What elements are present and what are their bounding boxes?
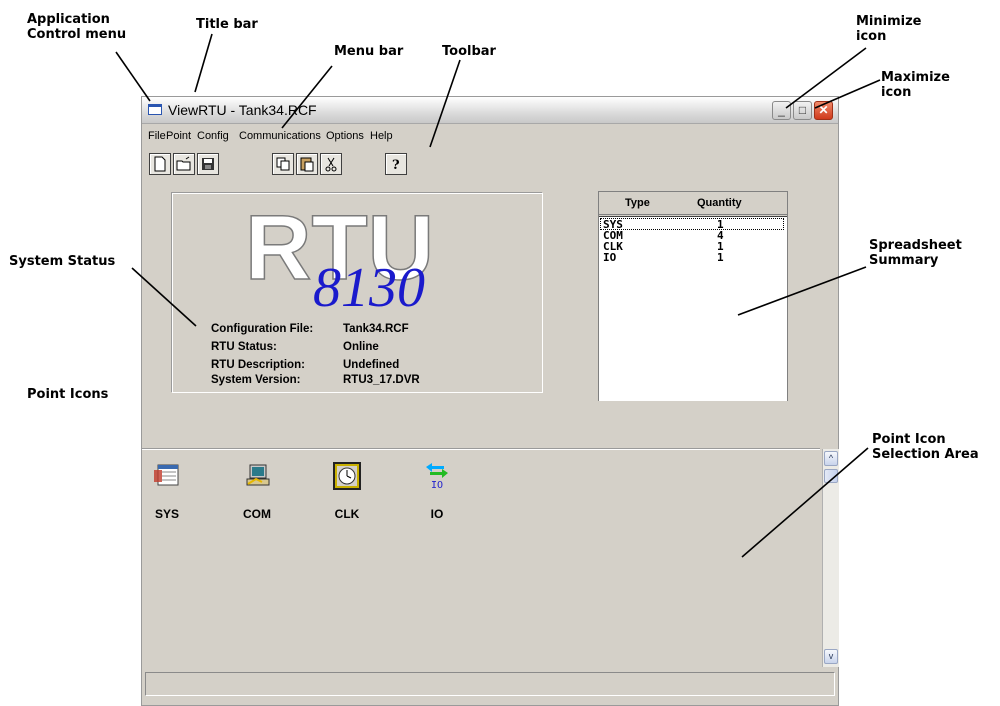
application-window: ViewRTU - Tank34.RCF _ □ ✕ File Point Co… [141, 96, 839, 706]
menu-config[interactable]: Config [197, 130, 229, 142]
title-bar[interactable]: ViewRTU - Tank34.RCF _ □ ✕ [142, 97, 838, 124]
window-title: ViewRTU - Tank34.RCF [168, 102, 317, 118]
point-icon-com[interactable]: COM [232, 462, 282, 521]
annotation-menu-bar: Menu bar [334, 44, 404, 59]
scroll-thumb[interactable] [824, 469, 838, 483]
app-control-menu-icon[interactable] [148, 104, 162, 115]
minimize-button[interactable]: _ [772, 101, 791, 120]
menu-communications[interactable]: Communications [239, 130, 321, 142]
status-label-rtu-description: RTU Description: [211, 359, 305, 371]
menu-file[interactable]: File [148, 130, 166, 142]
point-icon-io[interactable]: IO IO [412, 462, 462, 521]
paste-icon[interactable] [296, 153, 318, 175]
annotation-line: icon [856, 29, 887, 44]
io-arrows-icon: IO [426, 463, 448, 491]
annotation-line: Minimize [856, 14, 922, 29]
point-icon-label: SYS [154, 507, 179, 521]
vertical-scrollbar[interactable]: ^ v [822, 449, 839, 667]
status-value-rtu-description: Undefined [343, 359, 400, 371]
annotation-line: Control menu [27, 27, 127, 42]
status-bar [145, 672, 835, 696]
spreadsheet-summary[interactable]: Type Quantity SYS 1 COM 4 CLK 1 IO 1 [598, 191, 788, 401]
menu-point[interactable]: Point [166, 130, 191, 142]
status-value-system-version: RTU3_17.DVR [343, 374, 420, 386]
status-label-rtu-status: RTU Status: [211, 341, 277, 353]
summary-row-qty[interactable]: 1 [717, 252, 724, 264]
annotation-system-status: System Status [9, 254, 116, 269]
point-icon-selection-area[interactable]: SYS COM CLK IO IO [142, 449, 820, 668]
toolbar: ? [142, 151, 838, 183]
annotation-line: Point Icon [872, 432, 946, 447]
annotation-line: Application [27, 12, 110, 27]
system-status-panel: RTU 8130 Configuration File: Tank34.RCF … [172, 193, 543, 393]
status-label-config-file: Configuration File: [211, 323, 314, 335]
status-value-config-file: Tank34.RCF [343, 323, 409, 335]
point-icon-clk[interactable]: CLK [322, 462, 372, 521]
rtu-8130-logo: RTU 8130 [244, 196, 435, 314]
save-disk-icon[interactable] [197, 153, 219, 175]
summary-header-quantity[interactable]: Quantity [697, 197, 742, 209]
cut-scissors-icon[interactable] [320, 153, 342, 175]
annotation-line: Summary [869, 253, 939, 268]
annotation-point-icons: Point Icons [27, 387, 109, 402]
logo-model: 8130 [313, 257, 425, 314]
open-folder-icon[interactable] [173, 153, 195, 175]
menu-options[interactable]: Options [326, 130, 364, 142]
summary-header-type[interactable]: Type [625, 197, 650, 209]
annotation-line: Spreadsheet [869, 238, 962, 253]
selected-row-focus [600, 218, 784, 230]
sys-point-icon [154, 464, 179, 486]
menu-bar: File Point Config Communications Options… [142, 128, 838, 146]
clock-point-icon [333, 462, 361, 490]
point-icon-label: IO [430, 507, 444, 521]
annotation-app-control-menu: Application Control menu [27, 12, 126, 42]
annotation-title-bar: Title bar [196, 17, 258, 32]
point-icon-label: COM [243, 507, 271, 521]
annotation-line: Selection Area [872, 447, 979, 462]
point-icon-sys[interactable]: SYS [142, 462, 192, 521]
annotation-toolbar: Toolbar [442, 44, 496, 59]
summary-row-type[interactable]: IO [603, 252, 616, 264]
scroll-up-button[interactable]: ^ [824, 451, 838, 466]
annotation-line: icon [881, 85, 912, 100]
annotation-minimize: Minimize icon [856, 14, 922, 44]
summary-header: Type Quantity [599, 192, 787, 215]
summary-body: SYS 1 COM 4 CLK 1 IO 1 [599, 216, 787, 401]
annotation-maximize: Maximize icon [881, 70, 950, 100]
annotation-spreadsheet-summary: Spreadsheet Summary [869, 238, 962, 268]
copy-icon[interactable] [272, 153, 294, 175]
annotation-line: Maximize [881, 70, 950, 85]
close-button[interactable]: ✕ [814, 101, 833, 120]
com-point-icon [246, 464, 270, 486]
status-label-system-version: System Version: [211, 374, 301, 386]
new-file-icon[interactable] [149, 153, 171, 175]
menu-help[interactable]: Help [370, 130, 393, 142]
point-icon-label: CLK [334, 507, 360, 521]
status-value-rtu-status: Online [343, 341, 379, 353]
svg-text:?: ? [392, 158, 400, 173]
annotation-selection-area: Point Icon Selection Area [872, 432, 979, 462]
help-icon[interactable]: ? [385, 153, 407, 175]
io-glyph-text: IO [431, 480, 443, 490]
maximize-button[interactable]: □ [793, 101, 812, 120]
scroll-down-button[interactable]: v [824, 649, 838, 664]
